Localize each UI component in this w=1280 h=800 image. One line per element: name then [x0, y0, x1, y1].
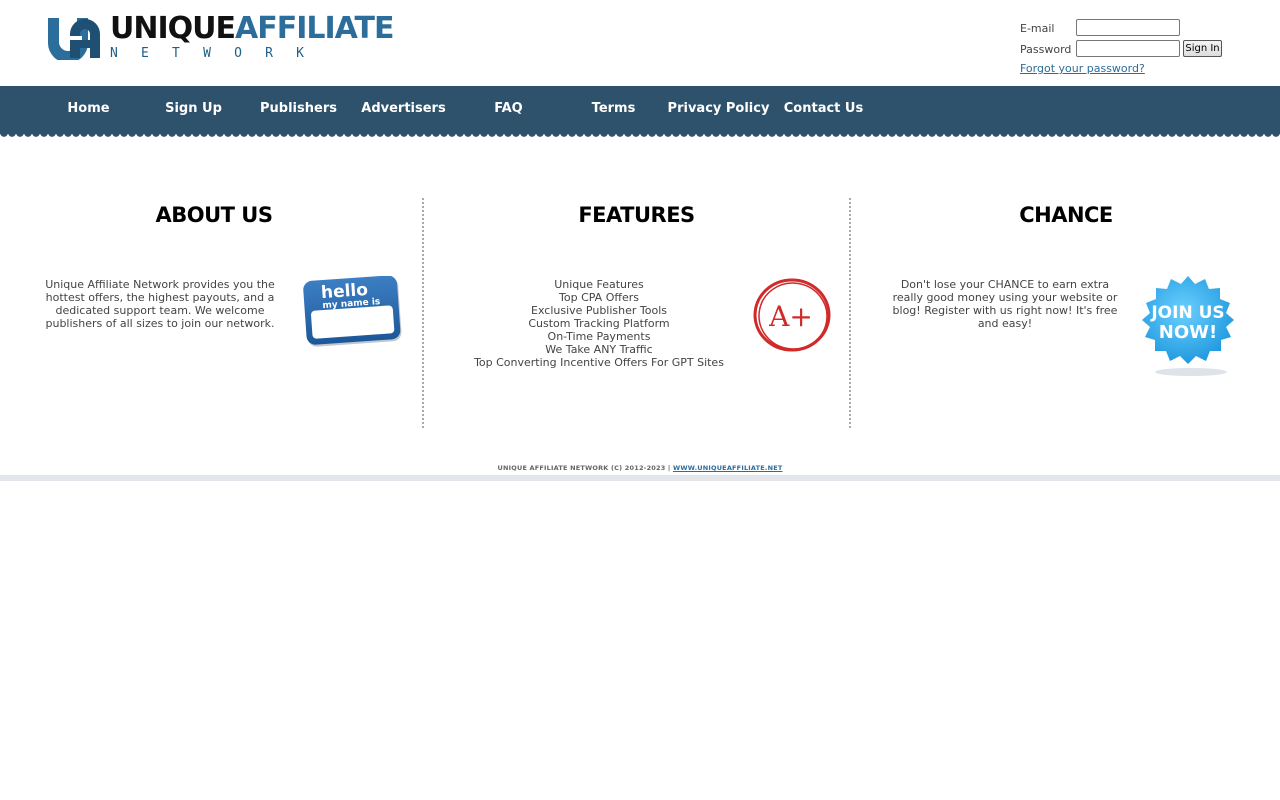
password-row: Password Sign In — [1020, 39, 1240, 60]
site-logo[interactable]: UNIQUEAFFILIATE NETWORK — [46, 11, 394, 64]
logo-subtitle: NETWORK — [110, 46, 328, 61]
nav-item-terms[interactable]: Terms — [561, 86, 666, 132]
nav-item-faq[interactable]: FAQ — [456, 86, 561, 132]
nav-item-privacy-policy[interactable]: Privacy Policy — [666, 86, 771, 132]
nav-item-advertisers[interactable]: Advertisers — [351, 86, 456, 132]
features-list: Unique Features Top CPA Offers Exclusive… — [423, 278, 775, 369]
list-item: Top Converting Incentive Offers For GPT … — [474, 356, 724, 369]
chance-title: CHANCE — [1019, 203, 1113, 227]
badge-join-line2: NOW! — [1159, 322, 1217, 343]
about-us-text: Unique Affiliate Network provides you th… — [45, 278, 275, 330]
list-item: Custom Tracking Platform — [528, 317, 670, 330]
logo-mark-icon — [48, 18, 100, 60]
nav-scallop-edge — [0, 133, 1280, 141]
chance-text: Don't lose your CHANCE to earn extra rea… — [892, 278, 1118, 330]
sign-in-button[interactable]: Sign In — [1183, 40, 1222, 57]
features-section: FEATURES Unique Features Top CPA Offers … — [423, 198, 850, 428]
nav-item-home[interactable]: Home — [36, 86, 141, 132]
email-field[interactable] — [1076, 19, 1180, 36]
list-item: Unique Features — [554, 278, 644, 291]
nav-item-sign-up[interactable]: Sign Up — [141, 86, 246, 132]
logo-wordmark: UNIQUEAFFILIATE — [110, 11, 394, 46]
footer-copyright: UNIQUE AFFILIATE NETWORK (C) 2012-2023 | — [497, 464, 671, 472]
list-item: Top CPA Offers — [559, 291, 639, 304]
about-us-section: ABOUT US Unique Affiliate Network provid… — [36, 198, 422, 428]
hello-name-tag-icon: hello my name is — [303, 276, 402, 347]
site-header: UNIQUEAFFILIATE NETWORK E-mail Password … — [0, 0, 1280, 86]
email-row: E-mail — [1020, 18, 1240, 39]
login-form: E-mail Password Sign In Forgot your pass… — [1020, 18, 1240, 75]
password-label: Password — [1020, 43, 1072, 56]
password-field[interactable] — [1076, 40, 1180, 57]
badge-join-line1: JOIN US — [1150, 303, 1224, 323]
footer-site-link[interactable]: WWW.UNIQUEAFFILIATE.NET — [673, 464, 783, 472]
join-us-now-badge-icon[interactable]: JOIN US NOW! — [1133, 276, 1243, 380]
forgot-password-link[interactable]: Forgot your password? — [1020, 62, 1145, 75]
a-plus-grade-icon: A+ — [753, 278, 831, 352]
about-us-title: ABOUT US — [155, 203, 273, 227]
list-item: We Take ANY Traffic — [545, 343, 653, 356]
nav-item-contact-us[interactable]: Contact Us — [771, 86, 876, 132]
email-label: E-mail — [1020, 22, 1055, 35]
list-item: On-Time Payments — [547, 330, 651, 343]
chance-section: CHANCE Don't lose your CHANCE to earn ex… — [851, 198, 1251, 428]
site-footer: UNIQUE AFFILIATE NETWORK (C) 2012-2023 |… — [0, 464, 1280, 472]
main-nav: Home Sign Up Publishers Advertisers FAQ … — [0, 86, 1280, 134]
nav-item-publishers[interactable]: Publishers — [246, 86, 351, 132]
features-title: FEATURES — [578, 203, 695, 227]
badge-grade-text: A+ — [768, 300, 813, 333]
list-item: Exclusive Publisher Tools — [531, 304, 667, 317]
footer-bar — [0, 475, 1280, 481]
nav-items: Home Sign Up Publishers Advertisers FAQ … — [36, 86, 876, 132]
